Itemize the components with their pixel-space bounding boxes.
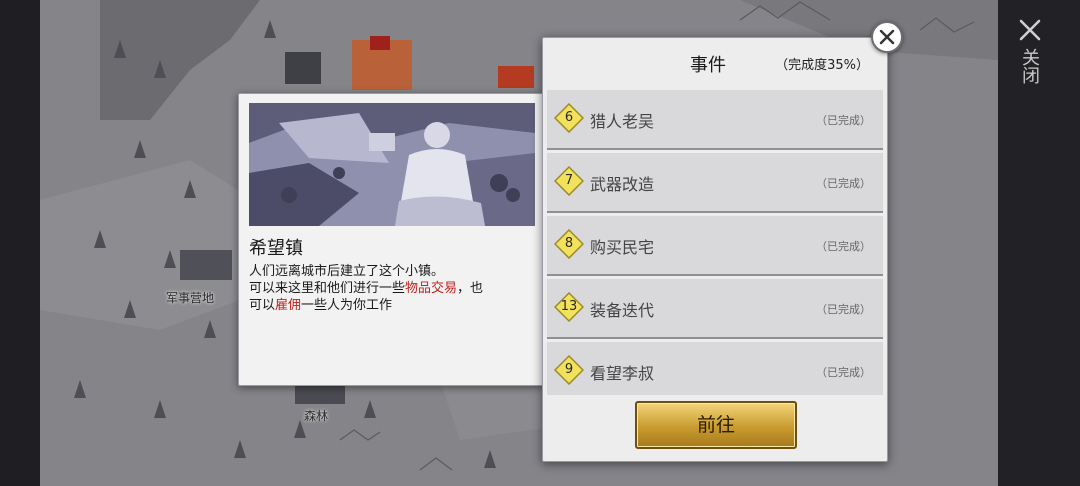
map-label-camp[interactable]: 军事营地 [166,289,214,306]
desc-text: 可以 [249,298,276,313]
desc-line-1: 人们远离城市后建立了这个小镇。 [249,264,445,279]
event-name: 武器改造 [590,175,655,194]
event-number: 8 [564,236,574,251]
desc-text: 一些人为你工作 [301,298,393,313]
event-name: 装备迭代 [590,301,655,320]
event-number: 7 [564,173,574,188]
right-side-panel: 关闭 [998,0,1080,486]
panel-close-button[interactable] [871,21,903,53]
event-number-badge: 6 [554,103,584,133]
event-number: 9 [564,362,574,377]
event-item[interactable]: 7 武器改造 （已完成） [547,153,883,213]
event-status: （已完成） [816,114,871,127]
event-number-badge: 8 [554,229,584,259]
event-item[interactable]: 6 猎人老吴 （已完成） [547,90,883,150]
close-icon [879,29,895,45]
location-description: 人们远离城市后建立了这个小镇。 可以来这里和他们进行一些物品交易，也 可以雇佣一… [249,263,535,314]
event-number: 13 [560,299,578,314]
keyword-trade: 物品交易 [405,281,458,296]
left-edge-bar [0,0,40,486]
event-name: 看望李叔 [590,364,655,383]
event-item[interactable]: 8 购买民宅 （已完成） [547,216,883,276]
location-title: 希望镇 [249,238,303,259]
event-number-badge: 7 [554,166,584,196]
event-name: 购买民宅 [590,238,655,257]
desc-text: ，也 [457,281,484,296]
event-status: （已完成） [816,366,871,379]
desc-line-3: 可以雇佣一些人为你工作 [249,297,535,314]
keyword-hire: 雇佣 [275,298,302,313]
completion-progress: （完成度35%） [775,58,869,73]
event-item[interactable]: 9 看望李叔 （已完成） [547,342,883,395]
events-panel: 事件 （完成度35%） 6 猎人老吴 （已完成） 7 武器改造 （已完成） 8 … [542,37,888,462]
close-icon[interactable] [1018,18,1042,42]
event-list[interactable]: 6 猎人老吴 （已完成） 7 武器改造 （已完成） 8 购买民宅 （已完成） 1… [547,90,883,395]
location-illustration [249,103,535,226]
event-name: 猎人老吴 [590,112,655,131]
event-status: （已完成） [816,303,871,316]
event-number: 6 [564,110,574,125]
event-status: （已完成） [816,177,871,190]
event-status: （已完成） [816,240,871,253]
close-label[interactable]: 关闭 [1019,48,1040,84]
location-info-card: 希望镇 人们远离城市后建立了这个小镇。 可以来这里和他们进行一些物品交易，也 可… [238,93,544,386]
desc-line-2: 可以来这里和他们进行一些物品交易，也 [249,280,535,297]
event-number-badge: 13 [554,292,584,322]
desc-text: 可以来这里和他们进行一些 [249,281,406,296]
map-label-forest[interactable]: 森林 [304,407,328,424]
event-number-badge: 9 [554,355,584,385]
event-item[interactable]: 13 装备迭代 （已完成） [547,279,883,339]
go-button[interactable]: 前往 [635,401,797,449]
